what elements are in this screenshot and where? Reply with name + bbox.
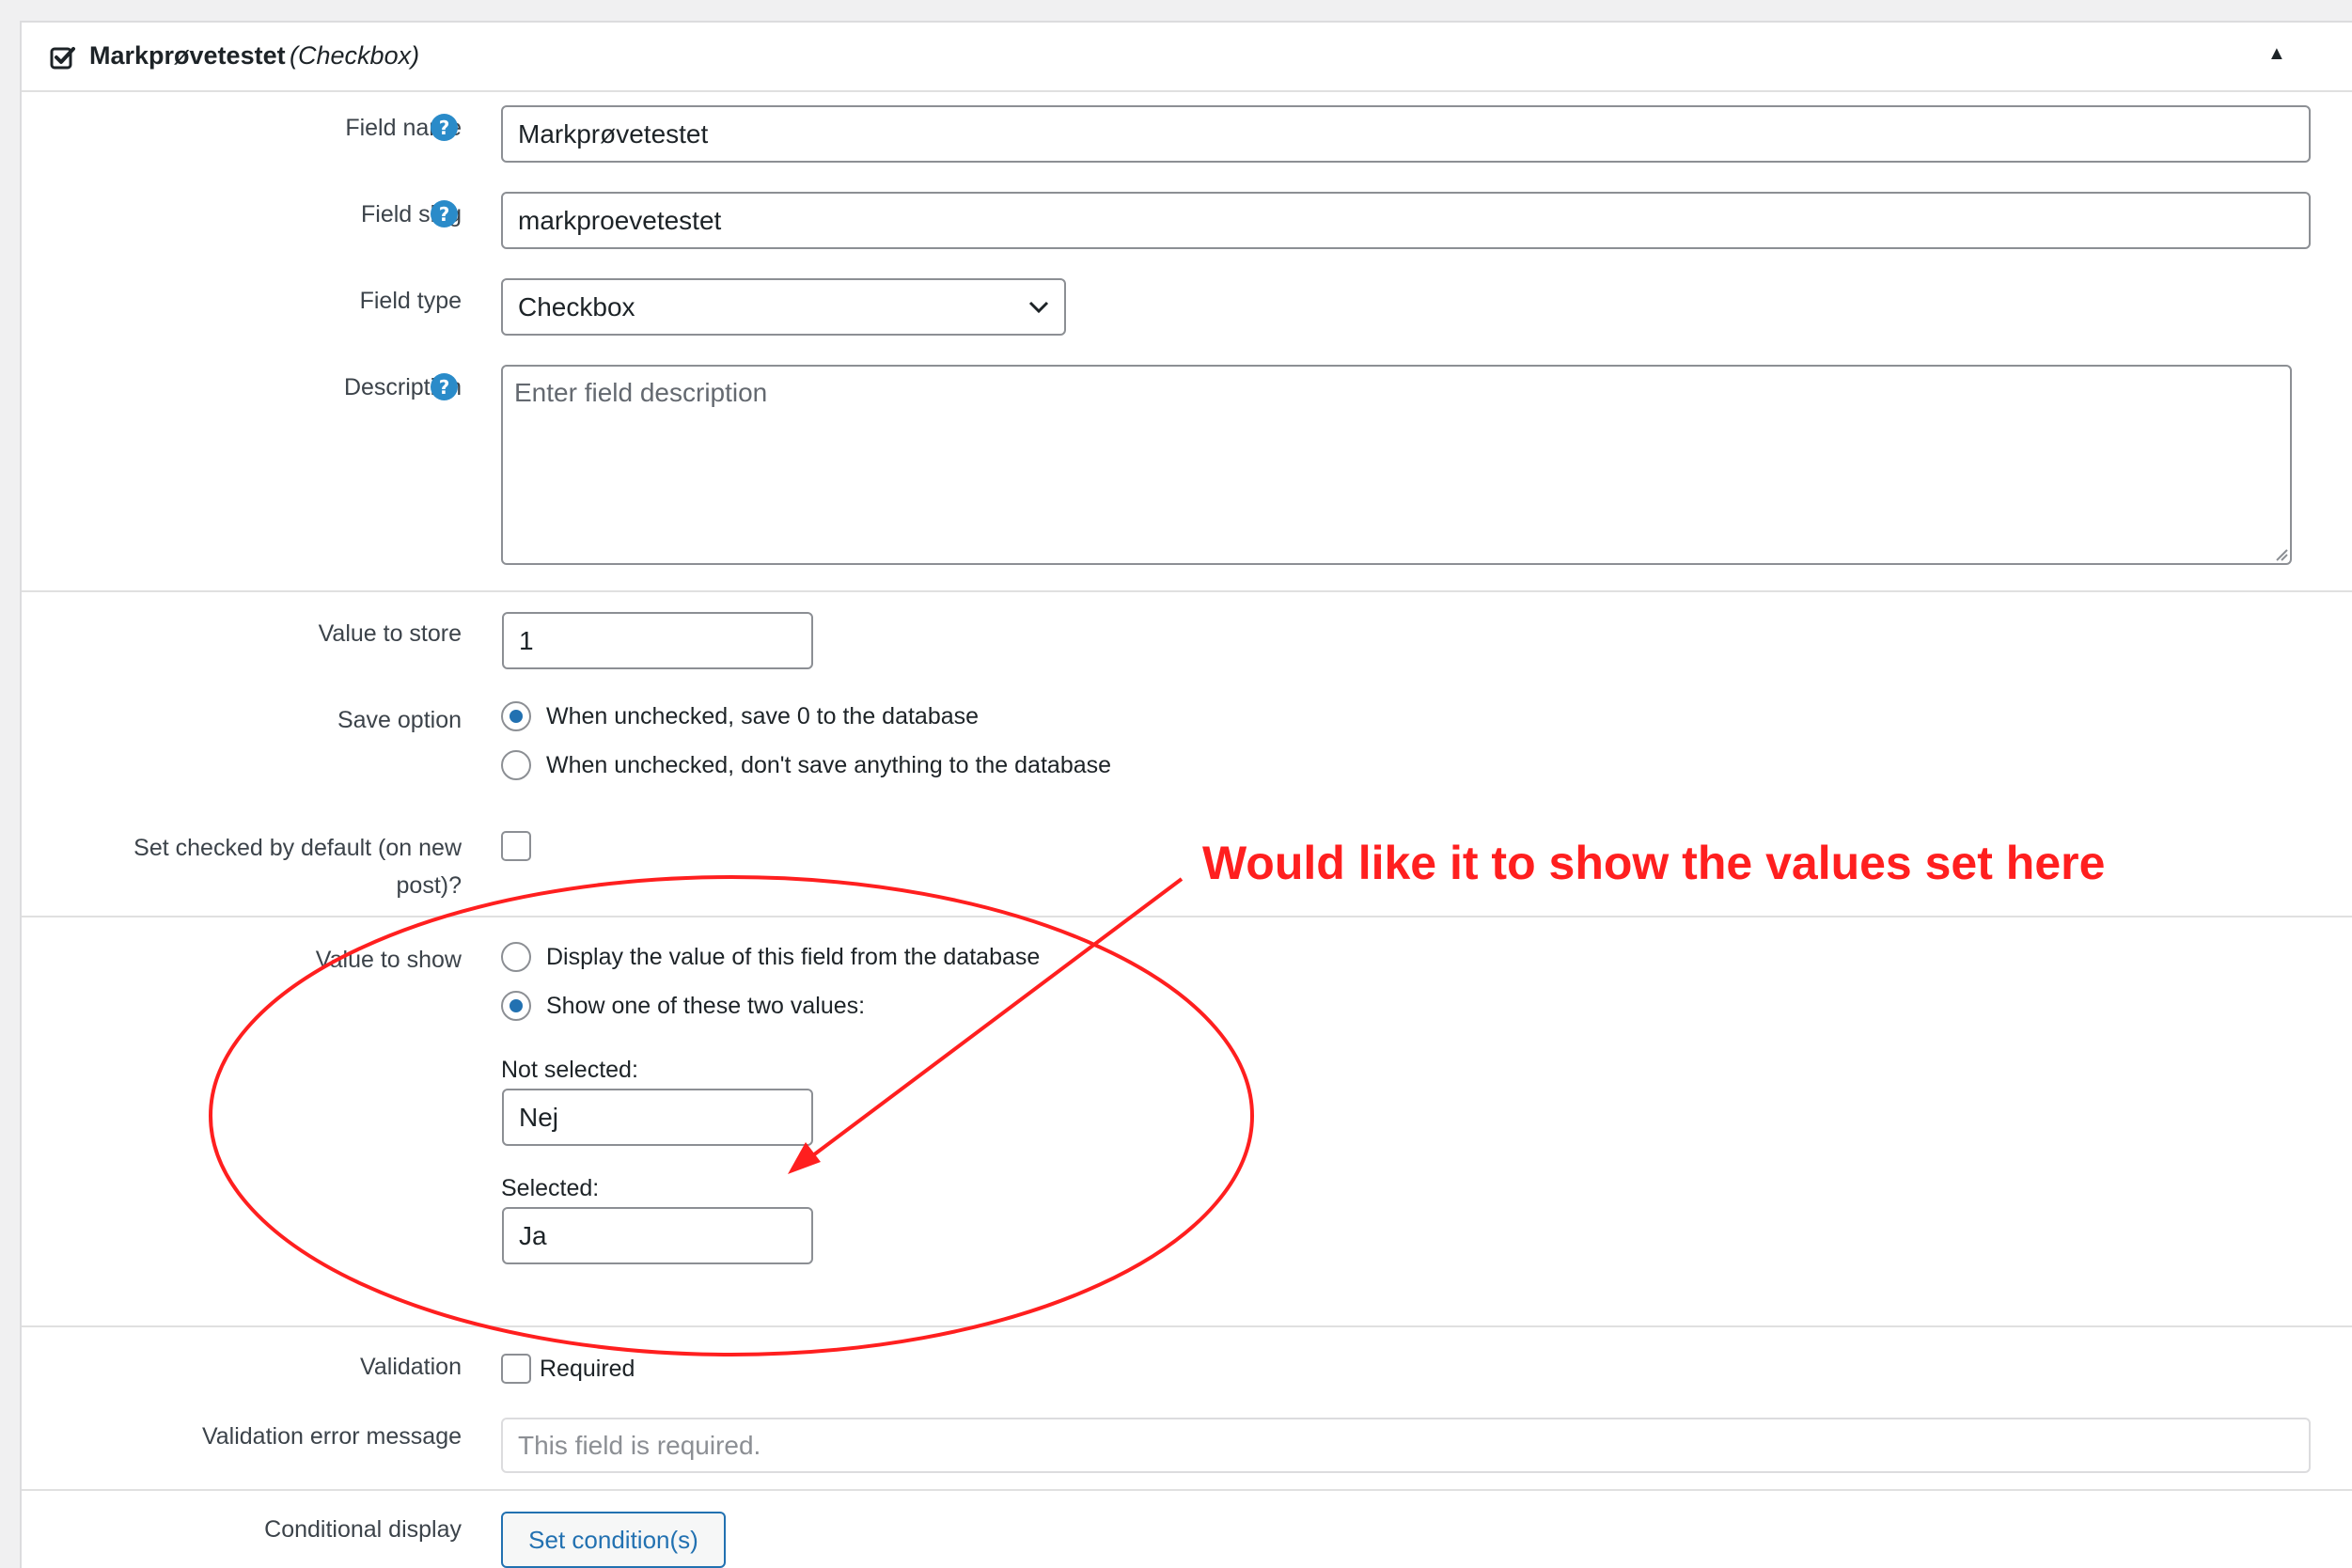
annotation-arrowhead — [788, 1142, 821, 1174]
annotation-arrow-line — [804, 877, 1184, 1163]
annotation-overlay — [209, 875, 1254, 1356]
annotation-ellipse — [209, 875, 1254, 1356]
annotation-text: Would like it to show the values set her… — [1202, 837, 2106, 889]
